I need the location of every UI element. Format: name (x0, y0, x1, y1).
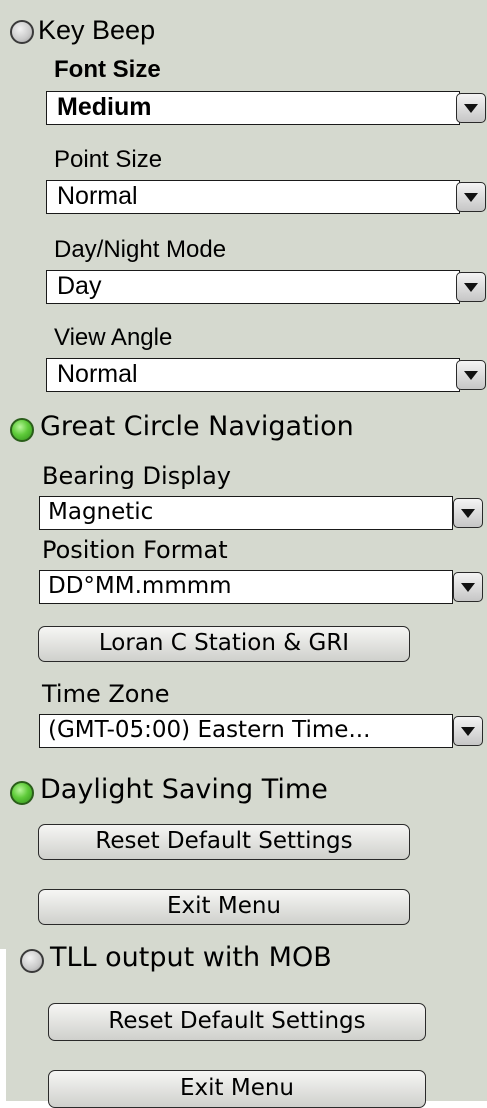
point-size-select[interactable]: Normal (46, 180, 460, 214)
position-format-dropdown-arrow-icon[interactable] (453, 572, 483, 602)
daylight-saving-time-label: Daylight Saving Time (40, 774, 328, 805)
great-circle-navigation-label: Great Circle Navigation (40, 411, 354, 442)
bearing-display-label: Bearing Display (42, 462, 232, 490)
point-size-dropdown-arrow-icon[interactable] (456, 182, 486, 212)
view-angle-dropdown-arrow-icon[interactable] (456, 360, 486, 390)
view-angle-select[interactable]: Normal (46, 358, 460, 392)
view-angle-label: View Angle (54, 324, 173, 351)
tll-output-led-icon (20, 949, 44, 973)
font-size-label: Font Size (54, 56, 161, 83)
bearing-display-select[interactable]: Magnetic (39, 496, 453, 530)
day-night-mode-label: Day/Night Mode (54, 236, 227, 263)
settings-menu-panel: Key Beep Font Size Medium Point Size Nor… (0, 0, 487, 1108)
day-night-mode-select[interactable]: Day (46, 270, 460, 304)
font-size-select[interactable]: Medium (46, 91, 460, 125)
key-beep-led-icon (10, 20, 34, 44)
font-size-dropdown-arrow-icon[interactable] (456, 93, 486, 123)
position-format-label: Position Format (42, 536, 228, 564)
time-zone-label: Time Zone (42, 680, 170, 708)
day-night-dropdown-arrow-icon[interactable] (456, 272, 486, 302)
time-zone-dropdown-arrow-icon[interactable] (453, 716, 483, 746)
reset-default-settings-button-2[interactable]: Reset Default Settings (48, 1003, 426, 1041)
time-zone-select[interactable]: (GMT-05:00) Eastern Time... (39, 714, 453, 748)
loran-c-station-gri-button[interactable]: Loran C Station & GRI (38, 626, 410, 662)
exit-menu-button-2[interactable]: Exit Menu (48, 1070, 426, 1108)
great-circle-led-icon (10, 418, 34, 442)
point-size-label: Point Size (54, 146, 163, 173)
reset-default-settings-button[interactable]: Reset Default Settings (38, 824, 410, 860)
key-beep-label: Key Beep (38, 15, 156, 45)
tll-output-with-mob-label: TLL output with MOB (50, 942, 332, 973)
bearing-display-dropdown-arrow-icon[interactable] (453, 498, 483, 528)
exit-menu-button[interactable]: Exit Menu (38, 889, 410, 925)
position-format-select[interactable]: DD°MM.mmmm (39, 570, 453, 604)
daylight-saving-led-icon (10, 781, 34, 805)
